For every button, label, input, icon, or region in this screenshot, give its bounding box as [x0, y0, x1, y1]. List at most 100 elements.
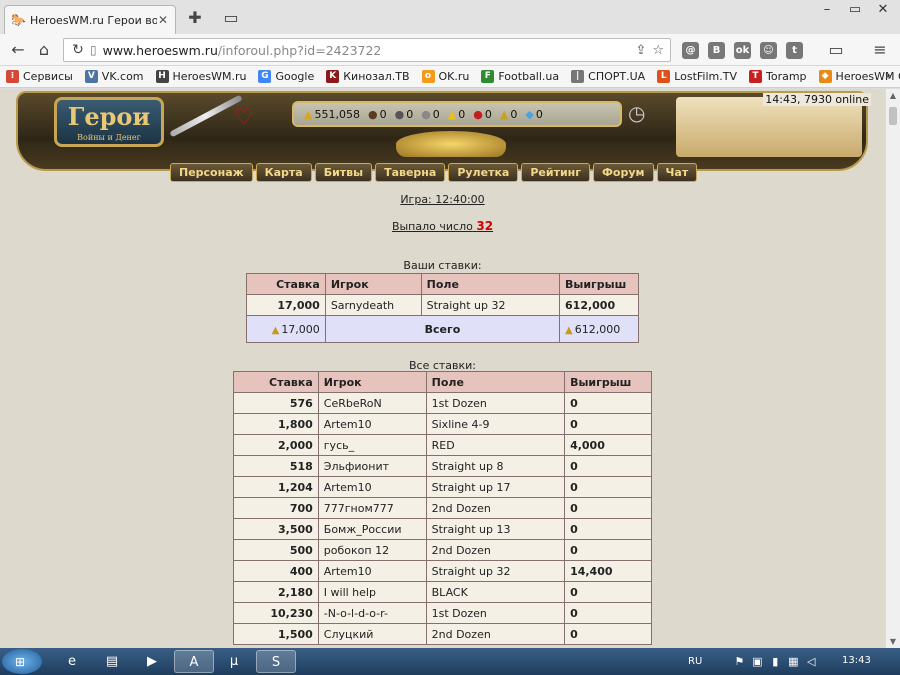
player-link[interactable]: 777гном777: [317, 497, 427, 519]
ok-extension-icon[interactable]: ok: [734, 42, 751, 59]
new-tab-icon[interactable]: ✚: [186, 9, 204, 27]
maximize-icon[interactable]: ▭: [840, 0, 870, 20]
volume-icon[interactable]: ◁: [804, 655, 818, 668]
winnings: 0: [564, 581, 652, 603]
player-link[interactable]: CeRbeRoN: [317, 392, 427, 414]
resource-crystal: ● 0: [473, 107, 492, 121]
smile-extension-icon[interactable]: ☺: [760, 42, 777, 59]
gems-icon: ▲: [499, 107, 509, 121]
header-winnings: Выигрыш: [564, 371, 652, 393]
chat-icon[interactable]: ▭: [826, 40, 846, 60]
taskbar-clock[interactable]: 13:43: [842, 655, 871, 666]
player-link[interactable]: I will help: [317, 581, 427, 603]
all-bets-table: Ставка Игрок Поле Выигрыш 576 CeRbeRoN 1st…: [233, 371, 652, 645]
scroll-down-icon[interactable]: ▼: [886, 637, 900, 646]
explorer-icon[interactable]: ▤: [92, 650, 132, 673]
bookmark-item[interactable]: K Кинозал.ТВ: [326, 70, 410, 83]
bet-field: Straight up 13: [425, 518, 566, 540]
player-link[interactable]: Слуцкий: [317, 623, 427, 645]
player-link[interactable]: робокоп 12: [317, 539, 427, 561]
bookmark-item[interactable]: F Football.ua: [481, 70, 559, 83]
app-a-icon[interactable]: A: [174, 650, 214, 673]
vk-extension-icon[interactable]: B: [708, 42, 725, 59]
nav-roulette[interactable]: Рулетка: [448, 163, 519, 182]
stopwatch-icon[interactable]: ◷: [628, 101, 645, 125]
bookmarks-more-icon[interactable]: »: [885, 69, 892, 83]
address-bar[interactable]: ↻ ▯ www.heroeswm.ru/inforoul.php?id=2423…: [63, 38, 671, 62]
nav-map[interactable]: Карта: [255, 163, 312, 182]
utorrent-icon[interactable]: µ: [214, 650, 254, 673]
player-link[interactable]: Бомж_России: [317, 518, 427, 540]
heart-icon[interactable]: ♡: [234, 105, 254, 130]
bet-amount: 400: [233, 560, 319, 582]
gold-icon: ▲: [304, 107, 313, 121]
language-indicator[interactable]: RU: [688, 656, 702, 667]
vertical-scrollbar[interactable]: ▲ ▼: [885, 89, 900, 648]
player-link[interactable]: Sarnydeath: [324, 294, 422, 316]
bet-amount: 1,500: [233, 623, 319, 645]
winnings: 0: [564, 476, 652, 498]
home-icon[interactable]: ⌂: [34, 40, 54, 60]
bet-amount: 576: [233, 392, 319, 414]
game-time-link[interactable]: Игра: 12:40:00: [0, 193, 885, 206]
player-link[interactable]: Artem10: [317, 476, 427, 498]
bookmark-item[interactable]: | СПОРТ.UA: [571, 70, 645, 83]
kinozal-icon: K: [326, 70, 340, 83]
tab-overview-icon[interactable]: ▭: [222, 9, 240, 27]
winnings: 0: [564, 602, 652, 624]
ok-icon: o: [421, 70, 435, 83]
resource-gold: ▲ 551,058: [304, 107, 360, 121]
tray-flag-icon[interactable]: ⚑: [732, 655, 746, 668]
player-link[interactable]: Эльфионит: [317, 455, 427, 477]
bookmark-item[interactable]: L LostFilm.TV: [657, 70, 737, 83]
nav-battles[interactable]: Битвы: [314, 163, 373, 182]
table-row: 1,500 Слуцкий 2nd Dozen 0: [233, 623, 652, 645]
share-icon[interactable]: ⇪: [635, 43, 646, 58]
nav-forum[interactable]: Форум: [593, 163, 654, 182]
nav-tavern[interactable]: Таверна: [375, 163, 446, 182]
url-host: www.heroeswm.ru: [102, 42, 218, 58]
menu-icon[interactable]: ≡: [870, 40, 890, 60]
total-label: Всего: [324, 315, 561, 343]
bookmark-item[interactable]: T Toramp: [749, 70, 807, 83]
nav-chat[interactable]: Чат: [656, 163, 698, 182]
mail-extension-icon[interactable]: @: [682, 42, 699, 59]
tray-hardware-icon[interactable]: ▦: [786, 655, 800, 668]
reload-icon[interactable]: ↻: [70, 42, 86, 58]
bookmark-item[interactable]: H HeroesWM.ru: [155, 70, 246, 83]
bet-amount: 500: [233, 539, 319, 561]
ie-icon[interactable]: e: [52, 650, 92, 673]
bet-amount: 1,800: [233, 413, 319, 435]
minimize-icon[interactable]: –: [812, 0, 842, 20]
player-link[interactable]: Artem10: [317, 413, 427, 435]
bookmark-item[interactable]: V VK.com: [84, 70, 144, 83]
tray-app-icon[interactable]: ▣: [750, 655, 764, 668]
tab-close-icon[interactable]: ✕: [157, 13, 169, 27]
browser-tab[interactable]: 🐎 HeroesWM.ru Герои войны и ✕: [4, 5, 176, 34]
player-link[interactable]: гусь_: [317, 434, 427, 456]
city-image: [676, 97, 862, 157]
back-icon[interactable]: ←: [8, 40, 28, 60]
start-button[interactable]: ⊞: [2, 649, 42, 674]
bet-amount: 2,180: [233, 581, 319, 603]
bookmark-star-icon[interactable]: ☆: [652, 43, 664, 58]
twitter-extension-icon[interactable]: t: [786, 42, 803, 59]
windows-icon: ⊞: [15, 655, 26, 669]
close-window-icon[interactable]: ✕: [868, 0, 898, 20]
bookmark-item[interactable]: ⁝ Сервисы: [6, 70, 73, 83]
lostfilm-icon: L: [657, 70, 671, 83]
roulette-result: Выпало число 32: [391, 219, 494, 233]
scroll-up-icon[interactable]: ▲: [886, 91, 900, 100]
bet-amount: 2,000: [233, 434, 319, 456]
game-logo[interactable]: Герои Войны и Денег: [54, 97, 164, 147]
skype-icon[interactable]: S: [256, 650, 296, 673]
tray-network-icon[interactable]: ▮: [768, 655, 782, 668]
scroll-thumb[interactable]: [889, 107, 897, 125]
player-link[interactable]: Artem10: [317, 560, 427, 582]
media-player-icon[interactable]: ▶: [132, 650, 172, 673]
nav-character[interactable]: Персонаж: [170, 163, 253, 182]
nav-rating[interactable]: Рейтинг: [521, 163, 591, 182]
bookmark-item[interactable]: G Google: [258, 70, 314, 83]
player-link[interactable]: -N-o-l-d-o-r-: [317, 602, 427, 624]
bookmark-item[interactable]: o OK.ru: [421, 70, 469, 83]
